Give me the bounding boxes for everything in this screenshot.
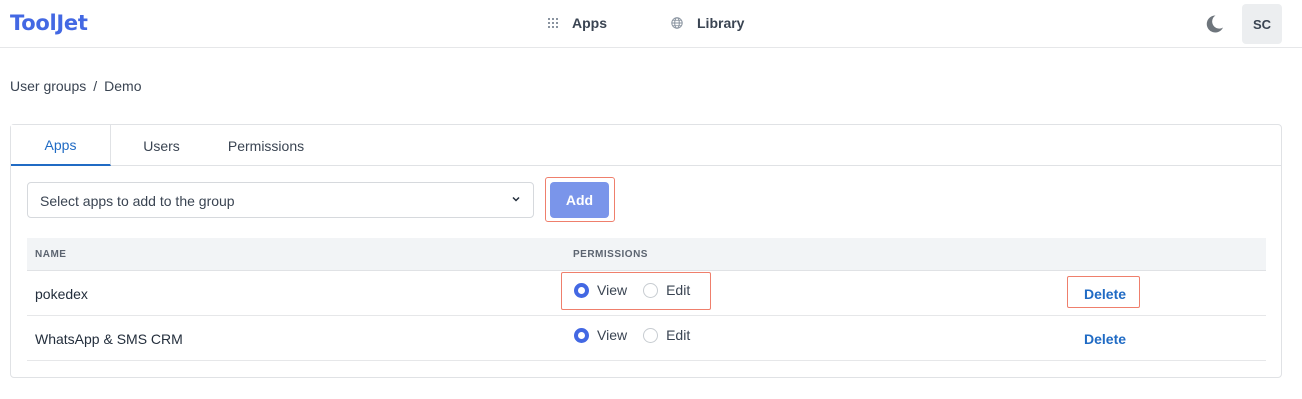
apps-grid-icon: [548, 18, 558, 28]
breadcrumb-separator: /: [93, 78, 98, 94]
top-navbar: ToolJet Apps Library SC: [0, 0, 1302, 48]
breadcrumb-current: Demo: [104, 78, 142, 94]
column-header-name: NAME: [35, 249, 67, 260]
view-radio[interactable]: View: [574, 327, 627, 343]
permission-highlight: [561, 272, 711, 310]
breadcrumb: User groups / Demo: [10, 78, 142, 94]
view-label: View: [597, 327, 628, 343]
delete-highlight: [1067, 276, 1140, 308]
app-select-dropdown[interactable]: Select apps to add to the group: [27, 182, 534, 218]
table-row: WhatsApp & SMS CRM View Edit Delete: [27, 316, 1266, 361]
group-details-card: Apps Users Permissions Select apps to ad…: [10, 124, 1282, 378]
table-header: NAME PERMISSIONS: [27, 238, 1266, 271]
app-name: WhatsApp & SMS CRM: [35, 331, 183, 347]
nav-apps-label: Apps: [572, 15, 607, 31]
user-avatar[interactable]: SC: [1242, 4, 1282, 44]
edit-radio[interactable]: Edit: [643, 327, 690, 343]
breadcrumb-user-groups[interactable]: User groups: [10, 78, 86, 94]
globe-icon: [671, 17, 683, 29]
tab-apps[interactable]: Apps: [11, 125, 111, 166]
tab-permissions[interactable]: Permissions: [213, 125, 319, 166]
column-header-permissions: PERMISSIONS: [573, 249, 648, 260]
nav-apps[interactable]: Apps: [548, 15, 607, 31]
moon-icon[interactable]: [1203, 13, 1225, 35]
delete-link[interactable]: Delete: [1084, 331, 1126, 347]
app-name: pokedex: [35, 286, 88, 302]
permission-radio-group: View Edit: [574, 327, 706, 343]
radio-unchecked-icon: [643, 327, 659, 343]
add-button[interactable]: Add: [550, 182, 609, 218]
edit-label: Edit: [666, 327, 691, 343]
radio-checked-icon: [574, 327, 589, 343]
nav-library-label: Library: [697, 15, 745, 31]
tab-bar: Apps Users Permissions: [11, 125, 1281, 166]
chevron-down-icon: [512, 196, 520, 202]
tooljet-logo[interactable]: ToolJet: [10, 11, 88, 35]
app-select-placeholder: Select apps to add to the group: [40, 193, 235, 209]
tab-users[interactable]: Users: [123, 125, 200, 166]
nav-library[interactable]: Library: [671, 15, 744, 31]
